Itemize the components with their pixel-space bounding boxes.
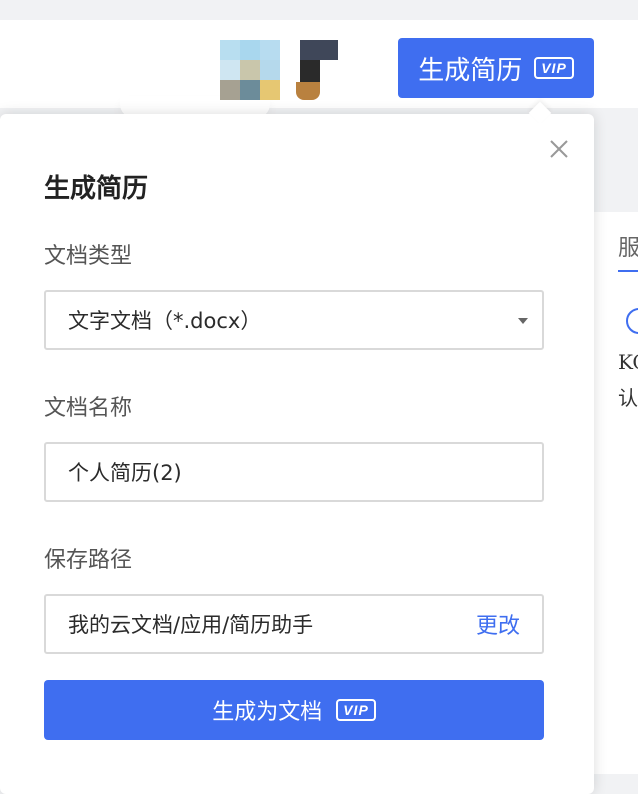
generate-resume-label: 生成简历 [418, 54, 523, 85]
save-path-field: 我的云文档/应用/简历助手 更改 [44, 594, 544, 654]
generate-document-button[interactable]: 生成为文档 VIP [44, 680, 544, 740]
close-icon[interactable] [546, 136, 572, 162]
generate-document-label: 生成为文档 [212, 699, 323, 724]
dialog-title: 生成简历 [44, 174, 149, 204]
doc-name-field[interactable] [44, 442, 544, 502]
generate-resume-dialog: 生成简历 文档类型 文字文档（*.docx） 文档名称 保存路径 我的云文档/应… [0, 101, 594, 794]
vip-badge: VIP [534, 57, 574, 79]
save-path-label: 保存路径 [44, 548, 133, 573]
avatar[interactable] [296, 40, 342, 102]
generate-resume-button[interactable]: 生成简历 VIP [398, 38, 594, 98]
background-tab-text: 服 [618, 236, 638, 261]
doc-type-select[interactable]: 文字文档（*.docx） [44, 290, 544, 350]
info-circle-icon [626, 308, 638, 334]
save-path-value: 我的云文档/应用/简历助手 [68, 613, 314, 637]
background-text-line: 认 [618, 386, 638, 410]
doc-type-label: 文档类型 [44, 244, 133, 269]
background-text-line: KC [618, 350, 638, 374]
template-thumbnail[interactable] [220, 40, 280, 100]
change-path-link[interactable]: 更改 [476, 608, 520, 640]
vip-badge: VIP [336, 699, 376, 721]
caret-down-icon [518, 318, 528, 324]
doc-name-label: 文档名称 [44, 396, 133, 421]
tab-underline [618, 270, 638, 272]
background-side-panel: 服 KC 认 [590, 212, 638, 774]
doc-name-input[interactable] [68, 460, 520, 484]
doc-type-selected-value: 文字文档（*.docx） [68, 309, 262, 333]
